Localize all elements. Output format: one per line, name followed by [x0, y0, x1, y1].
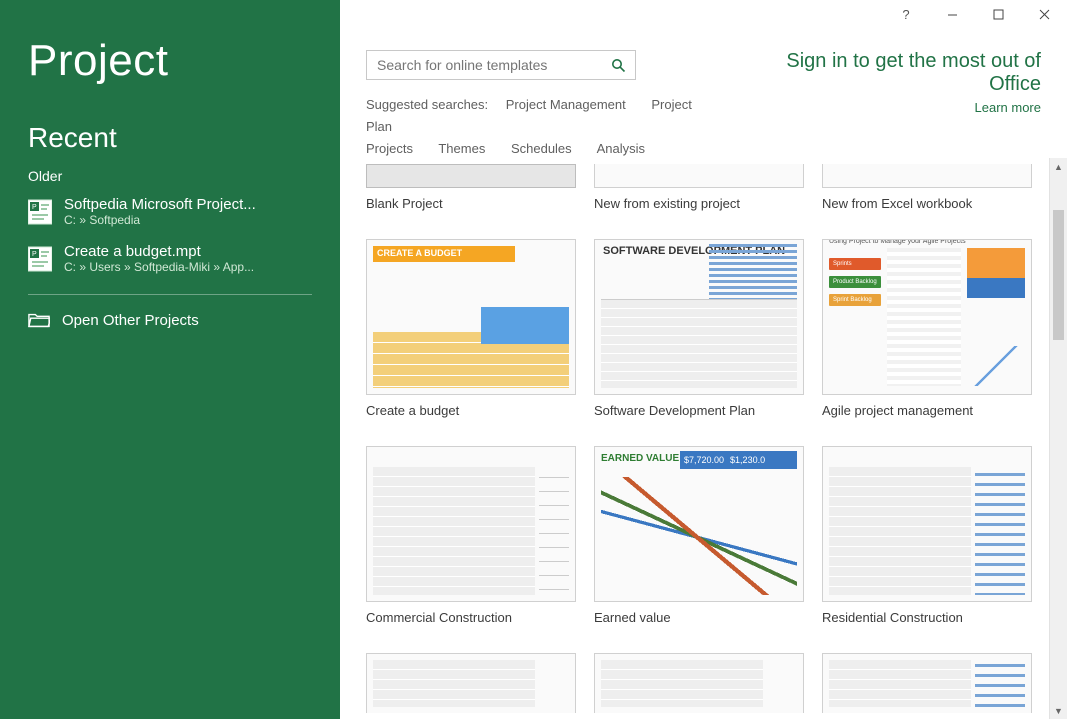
open-other-projects[interactable]: Open Other Projects	[28, 311, 312, 329]
template-caption: Commercial Construction	[366, 610, 576, 625]
svg-text:P: P	[32, 204, 37, 211]
scroll-down-button[interactable]: ▼	[1050, 702, 1067, 719]
close-icon	[1039, 9, 1050, 20]
thumb-title: EARNED VALUE	[601, 453, 679, 464]
template-caption: Agile project management	[822, 403, 1032, 418]
main-panel: ? Suggested searches: Project Management…	[340, 0, 1067, 719]
recent-item[interactable]: P Softpedia Microsoft Project... C: » So…	[28, 190, 312, 237]
maximize-icon	[993, 9, 1004, 20]
template-thumb	[366, 164, 576, 188]
template-thumb	[594, 653, 804, 713]
thumb-chip: Product Backlog	[829, 276, 881, 288]
suggested-link[interactable]: Analysis	[597, 141, 645, 156]
minimize-button[interactable]	[929, 0, 975, 28]
template-thumb: Using Project to Manage your Agile Proje…	[822, 239, 1032, 395]
help-button[interactable]: ?	[883, 0, 929, 28]
project-file-icon: P	[28, 245, 52, 273]
template-tile[interactable]: Using Project to Manage your Agile Proje…	[822, 239, 1032, 418]
window-controls: ?	[883, 0, 1067, 28]
template-tile[interactable]: New from Excel workbook	[822, 164, 1032, 211]
search-icon	[611, 58, 626, 73]
svg-text:P: P	[32, 251, 37, 258]
maximize-button[interactable]	[975, 0, 1021, 28]
recent-item-path: C: » Users » Softpedia-Miki » App...	[64, 260, 254, 274]
thumb-value: $1,230.0	[730, 455, 765, 465]
recent-item-name: Create a budget.mpt	[64, 243, 254, 260]
suggested-link[interactable]: Project Management	[506, 97, 626, 112]
template-tile[interactable]	[366, 653, 576, 713]
scrollbar[interactable]: ▲ ▼	[1049, 158, 1067, 719]
template-tile[interactable]: New from existing project	[594, 164, 804, 211]
thumb-value: $7,720.00	[684, 455, 724, 465]
template-thumb: EARNED VALUE $7,720.00 $1,230.0	[594, 446, 804, 602]
scroll-up-button[interactable]: ▲	[1050, 158, 1067, 175]
thumb-title: CREATE A BUDGET	[373, 246, 515, 262]
template-caption: New from Excel workbook	[822, 196, 1032, 211]
template-thumb: SOFTWARE DEVELOPMENT PLAN	[594, 239, 804, 395]
template-thumb	[822, 164, 1032, 188]
template-tile-blank[interactable]: Blank Project	[366, 164, 576, 211]
suggested-link[interactable]: Projects	[366, 141, 413, 156]
older-label: Older	[28, 168, 312, 184]
template-gallery: Blank Project New from existing project …	[366, 158, 1045, 719]
folder-open-icon	[28, 311, 50, 329]
template-caption: Software Development Plan	[594, 403, 804, 418]
app-brand: Project	[28, 36, 312, 86]
open-other-label: Open Other Projects	[62, 312, 199, 329]
suggested-label: Suggested searches:	[366, 97, 488, 112]
template-caption: Blank Project	[366, 196, 576, 211]
suggested-link[interactable]: Schedules	[511, 141, 572, 156]
recent-item[interactable]: P Create a budget.mpt C: » Users » Softp…	[28, 237, 312, 284]
template-caption: Create a budget	[366, 403, 576, 418]
minimize-icon	[947, 9, 958, 20]
template-tile[interactable]	[822, 653, 1032, 713]
suggested-link[interactable]: Themes	[438, 141, 485, 156]
template-tile[interactable]: Residential Construction	[822, 446, 1032, 625]
thumb-chip: Sprints	[829, 258, 881, 270]
template-tile[interactable]: SOFTWARE DEVELOPMENT PLAN Software Devel…	[594, 239, 804, 418]
template-thumb	[594, 164, 804, 188]
template-tile[interactable]	[594, 653, 804, 713]
recent-item-path: C: » Softpedia	[64, 213, 256, 227]
learn-more-link[interactable]: Learn more	[975, 100, 1041, 115]
template-caption: New from existing project	[594, 196, 804, 211]
project-file-icon: P	[28, 198, 52, 226]
template-tile[interactable]: EARNED VALUE $7,720.00 $1,230.0 Earned va…	[594, 446, 804, 625]
divider	[28, 294, 312, 295]
template-caption: Earned value	[594, 610, 804, 625]
recent-item-name: Softpedia Microsoft Project...	[64, 196, 256, 213]
search-input[interactable]	[367, 57, 601, 73]
thumb-chip: Sprint Backlog	[829, 294, 881, 306]
template-thumb	[366, 653, 576, 713]
template-thumb: CREATE A BUDGET	[366, 239, 576, 395]
signin-prompt[interactable]: Sign in to get the most out of Office	[736, 50, 1041, 96]
close-button[interactable]	[1021, 0, 1067, 28]
template-search[interactable]	[366, 50, 636, 80]
template-thumb	[366, 446, 576, 602]
template-thumb	[822, 446, 1032, 602]
recent-heading: Recent	[28, 122, 312, 154]
search-go-button[interactable]	[601, 51, 635, 79]
template-thumb	[822, 653, 1032, 713]
sidebar: Project Recent Older P Softpedia Microso…	[0, 0, 340, 719]
scrollbar-thumb[interactable]	[1053, 210, 1064, 340]
template-caption: Residential Construction	[822, 610, 1032, 625]
template-tile[interactable]: CREATE A BUDGET Create a budget	[366, 239, 576, 418]
template-tile[interactable]: Commercial Construction	[366, 446, 576, 625]
thumb-title: Using Project to Manage your Agile Proje…	[829, 239, 966, 245]
